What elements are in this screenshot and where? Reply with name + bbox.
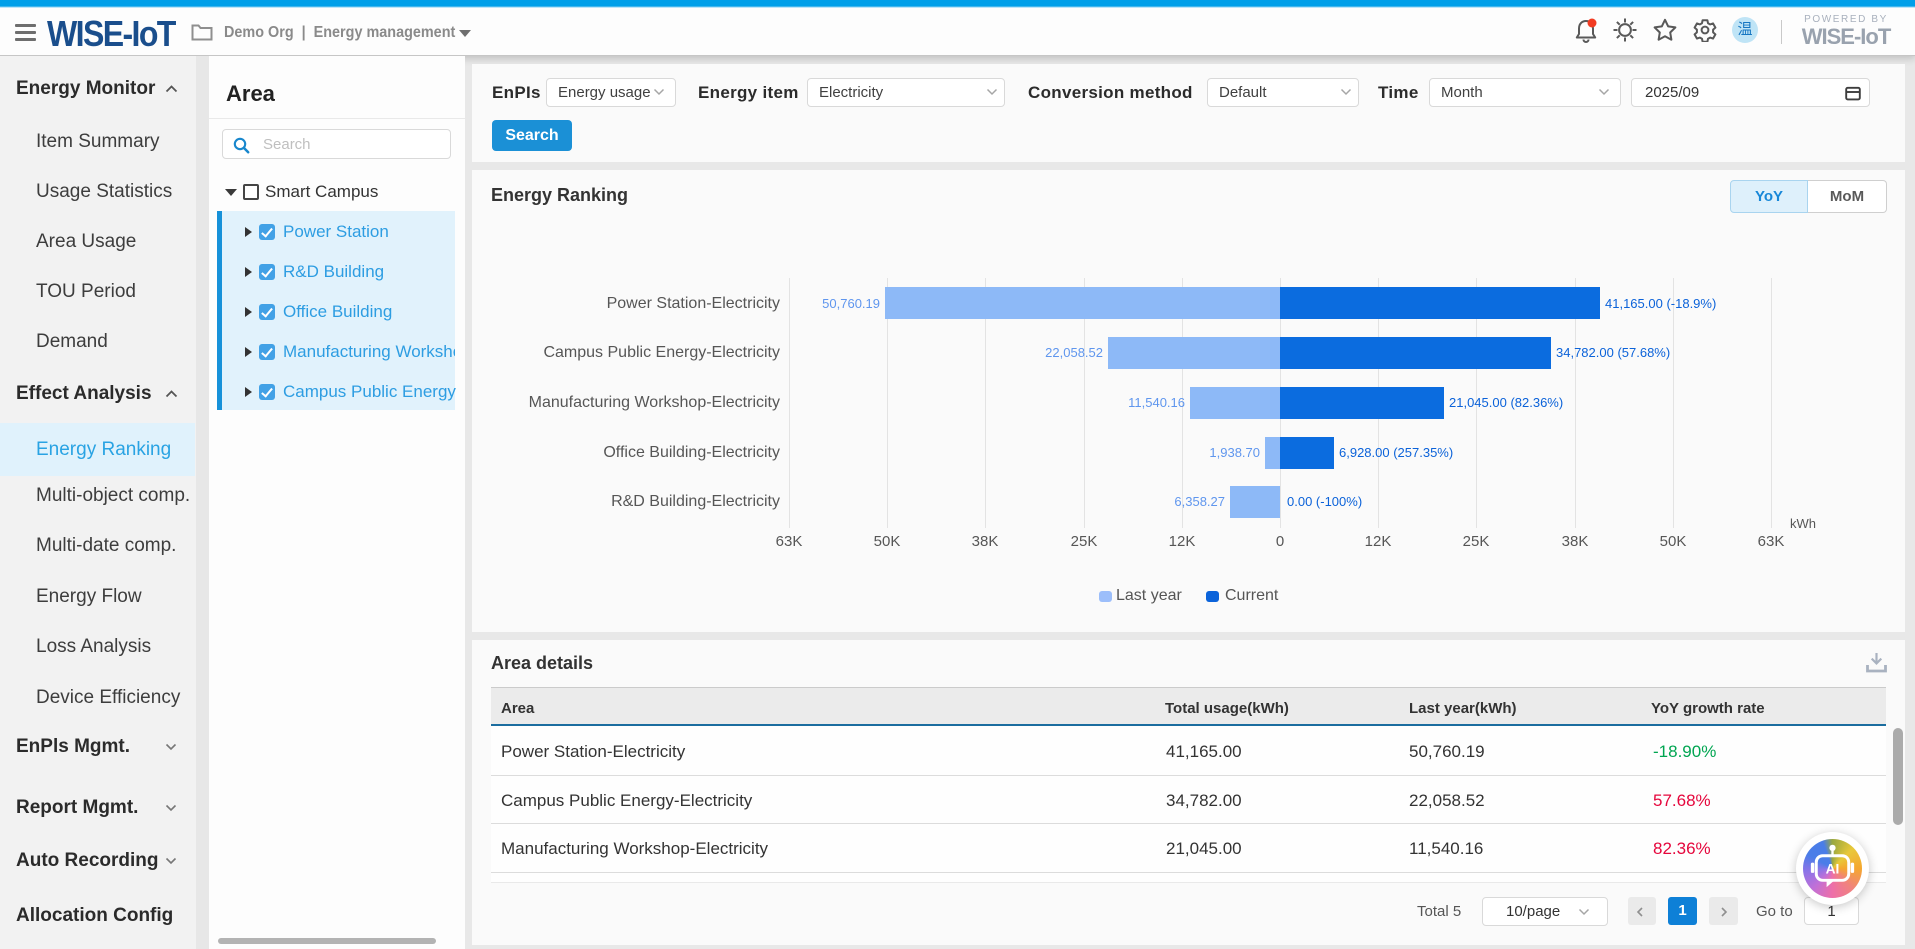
svg-text:AI: AI: [1826, 861, 1840, 876]
